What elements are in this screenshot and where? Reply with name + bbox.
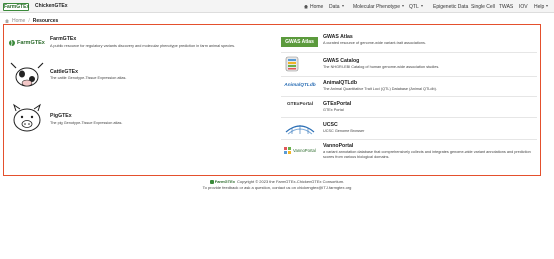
nav-epigenetic-data[interactable]: Epigenetic Data — [433, 4, 468, 10]
resource-title-gtexportal[interactable]: GTExPortal — [323, 101, 351, 107]
home-icon — [304, 4, 308, 9]
nav-iov[interactable]: IOV — [519, 4, 528, 10]
home-icon — [5, 19, 9, 23]
footer-copyright-text: Copyright © 2023 the FarmGTEx-ChickenGTE… — [237, 179, 345, 184]
brand-name[interactable]: ChickenGTEx — [35, 3, 68, 9]
gtexportal-logo[interactable]: GTExPortal — [281, 100, 319, 109]
gwas-atlas-logo[interactable]: GWAS Atlas — [281, 37, 318, 47]
gwas-catalog-icon[interactable] — [285, 56, 299, 72]
nav-help[interactable]: Help — [534, 4, 549, 10]
resource-title-piggtex[interactable]: PigGTEx — [50, 113, 72, 119]
pig-icon[interactable] — [8, 101, 46, 135]
resource-title-cattlegtex[interactable]: CattleGTEx — [50, 69, 78, 75]
vannoportal-logo[interactable]: VannoPortal — [283, 145, 319, 157]
chevron-down-icon — [341, 5, 344, 7]
resource-desc-gwas-atlas: A curated resource of genome-wide varian… — [323, 41, 426, 45]
footer-logo-text: FarmGTEx — [214, 179, 235, 184]
farmgtex-footer-logo-icon — [209, 179, 214, 184]
resource-desc-piggtex: The pig Genotype-Tissue Expression atlas… — [50, 121, 123, 125]
resource-desc-ucsc: UCSC Genome Browser — [323, 129, 365, 133]
resource-title-vannoportal[interactable]: VannoPortal — [323, 143, 353, 149]
resources-panel: FarmGTEx FarmGTEx A public resource for … — [3, 24, 541, 176]
chevron-down-icon — [401, 5, 404, 7]
top-navbar: FarmGTEx ChickenGTEx Home Data Molecular… — [0, 0, 554, 13]
resource-desc-farmgtex: A public resource for regulatory variant… — [50, 44, 236, 48]
resource-desc-vannoportal: a variant annotation database that compr… — [323, 150, 531, 159]
resource-title-gwas-atlas[interactable]: GWAS Atlas — [323, 34, 353, 40]
vannoportal-icon — [284, 147, 291, 154]
animalqtldb-logo[interactable]: AnimalQTLdb — [282, 81, 318, 90]
nav-single-cell[interactable]: Single Cell — [471, 4, 495, 10]
nav-home[interactable]: Home — [304, 4, 323, 10]
ucsc-icon[interactable] — [284, 122, 316, 136]
divider — [281, 96, 537, 97]
nav-qtl[interactable]: QTL — [409, 4, 423, 10]
chevron-down-icon — [420, 5, 423, 7]
divider — [281, 139, 537, 140]
resource-title-farmgtex[interactable]: FarmGTEx — [50, 36, 76, 42]
brand[interactable]: FarmGTEx — [3, 2, 29, 11]
divider — [281, 76, 537, 77]
resource-title-animalqtldb[interactable]: AnimalQTLdb — [323, 80, 357, 86]
resource-desc-animalqtldb: The Animal Quantitative Trait Loci (QTL)… — [323, 87, 437, 91]
resource-desc-gtexportal: GTEx Portal — [323, 108, 344, 112]
resource-desc-gwas-catalog: The NHGRI-EBI Catalog of human genome-wi… — [323, 65, 440, 69]
chevron-down-icon — [546, 5, 549, 7]
footer-copyright: FarmGTEx Copyright © 2023 the FarmGTEx-Ch… — [0, 179, 554, 184]
resource-title-ucsc[interactable]: UCSC — [323, 122, 338, 128]
farmgtex-logo[interactable]: FarmGTEx — [3, 2, 29, 11]
divider — [281, 52, 537, 53]
divider — [281, 117, 537, 118]
nav-data[interactable]: Data — [329, 4, 344, 10]
nav-twas[interactable]: TWAS — [499, 4, 513, 10]
farmgtex-resource-logo[interactable]: FarmGTEx — [8, 37, 46, 49]
cattle-icon[interactable] — [8, 59, 46, 89]
resource-desc-cattlegtex: The cattle Genotype-Tissue Expression at… — [50, 76, 127, 80]
footer-feedback: To provide feedback or ask a question, c… — [202, 185, 352, 190]
resource-title-gwas-catalog[interactable]: GWAS Catalog — [323, 58, 359, 64]
nav-molecular-phenotype[interactable]: Molecular Phenotype — [353, 4, 404, 10]
